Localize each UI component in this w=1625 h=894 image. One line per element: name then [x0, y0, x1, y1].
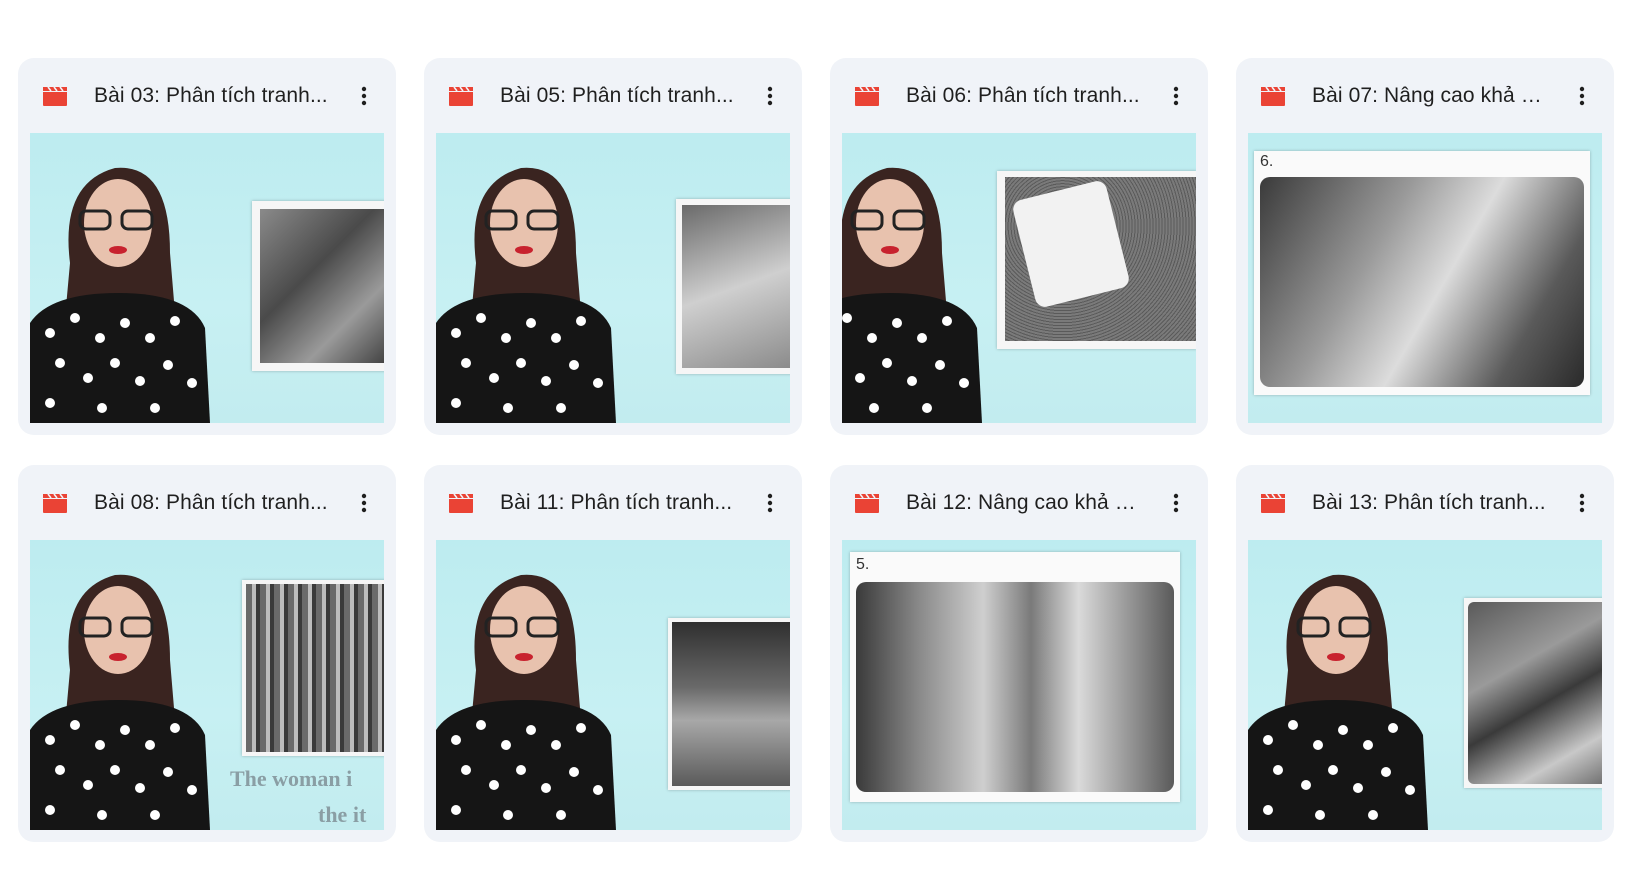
- video-thumbnail[interactable]: 5.: [842, 540, 1196, 830]
- video-thumbnail[interactable]: [842, 133, 1196, 423]
- photo-card: 5.: [850, 552, 1180, 802]
- card-header: Bài 05: Phân tích tranh...: [436, 58, 790, 133]
- slide-number: 5.: [856, 556, 870, 573]
- more-vert-icon[interactable]: [1564, 485, 1600, 521]
- card-header: Bài 11: Phân tích tranh...: [436, 465, 790, 540]
- video-clapper-icon: [1260, 85, 1286, 107]
- more-vert-icon[interactable]: [752, 485, 788, 521]
- file-title: Bài 08: Phân tích tranh...: [94, 490, 328, 514]
- video-clapper-icon: [42, 85, 68, 107]
- teacher-figure: [30, 574, 210, 830]
- video-clapper-icon: [448, 492, 474, 514]
- teacher-figure: [842, 167, 982, 423]
- photo-card: [252, 201, 384, 371]
- file-card-bai-13[interactable]: Bài 13: Phân tích tranh...: [1236, 465, 1614, 842]
- video-thumbnail[interactable]: [1248, 540, 1602, 830]
- card-header: Bài 13: Phân tích tranh...: [1248, 465, 1602, 540]
- file-title: Bài 05: Phân tích tranh...: [500, 83, 734, 107]
- card-header: Bài 03: Phân tích tranh...: [30, 58, 384, 133]
- file-card-bai-12[interactable]: Bài 12: Nâng cao khả năng... 5.: [830, 465, 1208, 842]
- slide-overlay-text: The woman i: [230, 766, 353, 791]
- file-card-bai-07[interactable]: Bài 07: Nâng cao khả năng... 6.: [1236, 58, 1614, 435]
- card-header: Bài 07: Nâng cao khả năng...: [1248, 58, 1602, 133]
- file-card-bai-06[interactable]: Bài 06: Phân tích tranh...: [830, 58, 1208, 435]
- file-card-bai-05[interactable]: Bài 05: Phân tích tranh...: [424, 58, 802, 435]
- slide-number: 6.: [1260, 153, 1274, 170]
- video-thumbnail[interactable]: The woman i the it: [30, 540, 384, 830]
- teacher-figure: [436, 574, 616, 830]
- photo-card: [668, 618, 790, 790]
- more-vert-icon[interactable]: [346, 485, 382, 521]
- photo-card: [242, 580, 384, 756]
- file-card-bai-03[interactable]: Bài 03: Phân tích tranh...: [18, 58, 396, 435]
- video-clapper-icon: [854, 85, 880, 107]
- card-header: Bài 12: Nâng cao khả năng...: [842, 465, 1196, 540]
- card-header: Bài 06: Phân tích tranh...: [842, 58, 1196, 133]
- teacher-figure: [30, 167, 210, 423]
- file-title: Bài 07: Nâng cao khả năng...: [1312, 83, 1550, 107]
- video-clapper-icon: [42, 492, 68, 514]
- file-title: Bài 03: Phân tích tranh...: [94, 83, 328, 107]
- more-vert-icon[interactable]: [1158, 78, 1194, 114]
- video-clapper-icon: [448, 85, 474, 107]
- file-card-bai-08[interactable]: Bài 08: Phân tích tranh... The woman i t…: [18, 465, 396, 842]
- photo-card: 6.: [1254, 151, 1590, 395]
- video-thumbnail[interactable]: 6.: [1248, 133, 1602, 423]
- more-vert-icon[interactable]: [1564, 78, 1600, 114]
- file-title: Bài 12: Nâng cao khả năng...: [906, 490, 1144, 514]
- video-thumbnail[interactable]: [30, 133, 384, 423]
- card-header: Bài 08: Phân tích tranh...: [30, 465, 384, 540]
- file-card-bai-11[interactable]: Bài 11: Phân tích tranh...: [424, 465, 802, 842]
- video-thumbnail[interactable]: [436, 133, 790, 423]
- file-title: Bài 13: Phân tích tranh...: [1312, 490, 1546, 514]
- teacher-figure: [1248, 574, 1428, 830]
- more-vert-icon[interactable]: [346, 78, 382, 114]
- video-thumbnail[interactable]: [436, 540, 790, 830]
- file-title: Bài 06: Phân tích tranh...: [906, 83, 1140, 107]
- file-grid: Bài 03: Phân tích tranh... Bài 05: Phân …: [18, 58, 1616, 842]
- photo-card: [676, 199, 790, 374]
- file-title: Bài 11: Phân tích tranh...: [500, 490, 733, 514]
- more-vert-icon[interactable]: [752, 78, 788, 114]
- slide-overlay-text-2: the it: [318, 802, 367, 827]
- video-clapper-icon: [1260, 492, 1286, 514]
- more-vert-icon[interactable]: [1158, 485, 1194, 521]
- teacher-figure: [436, 167, 616, 423]
- photo-card: [1464, 598, 1602, 788]
- video-clapper-icon: [854, 492, 880, 514]
- photo-card: [997, 171, 1196, 349]
